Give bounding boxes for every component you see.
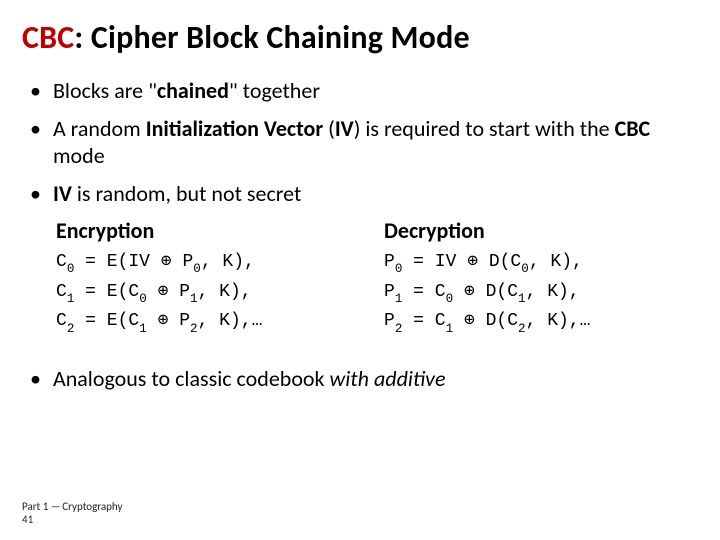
enc-line-0: C0 = E(IV ⊕ P0, K),: [56, 248, 356, 278]
slide-footer: Part 1 — Cryptography 41: [22, 500, 122, 526]
enc-line-2: C2 = E(C1 ⊕ P2, K),…: [56, 307, 356, 337]
encryption-header: Encryption: [56, 217, 356, 244]
slide: CBC: Cipher Block Chaining Mode • Blocks…: [0, 0, 720, 393]
bullet-2: • A random Initialization Vector (IV) is…: [30, 115, 698, 170]
footer-line-1: Part 1 — Cryptography: [22, 500, 122, 513]
footer-page-number: 41: [22, 513, 122, 526]
encryption-column: Encryption C0 = E(IV ⊕ P0, K), C1 = E(C0…: [56, 217, 356, 337]
dec-line-1: P1 = C0 ⊕ D(C1, K),: [384, 278, 684, 308]
bullet-3-text: IV is random, but not secret: [53, 180, 698, 208]
bullet-dot: •: [30, 77, 41, 105]
title-prefix: CBC: [22, 18, 74, 57]
bullet-3: • IV is random, but not secret: [30, 180, 698, 208]
bullet-2-text: A random Initialization Vector (IV) is r…: [53, 115, 698, 170]
dec-line-0: P0 = IV ⊕ D(C0, K),: [384, 248, 684, 278]
equation-columns: Encryption C0 = E(IV ⊕ P0, K), C1 = E(C0…: [56, 217, 698, 337]
slide-title: CBC: Cipher Block Chaining Mode: [22, 18, 698, 57]
decryption-header: Decryption: [384, 217, 684, 244]
bullet-dot: •: [30, 365, 41, 393]
bullet-dot: •: [30, 180, 41, 208]
bullet-4-text: Analogous to classic codebook with addit…: [53, 365, 698, 393]
bullet-1: • Blocks are "chained" together: [30, 77, 698, 105]
bullet-dot: •: [30, 115, 41, 170]
decryption-column: Decryption P0 = IV ⊕ D(C0, K), P1 = C0 ⊕…: [384, 217, 684, 337]
bullet-list: • Blocks are "chained" together • A rand…: [30, 77, 698, 207]
bullet-1-text: Blocks are "chained" together: [53, 77, 698, 105]
bullet-list-2: • Analogous to classic codebook with add…: [30, 365, 698, 393]
bullet-4: • Analogous to classic codebook with add…: [30, 365, 698, 393]
title-rest: : Cipher Block Chaining Mode: [74, 18, 469, 57]
enc-line-1: C1 = E(C0 ⊕ P1, K),: [56, 278, 356, 308]
dec-line-2: P2 = C1 ⊕ D(C2, K),…: [384, 307, 684, 337]
